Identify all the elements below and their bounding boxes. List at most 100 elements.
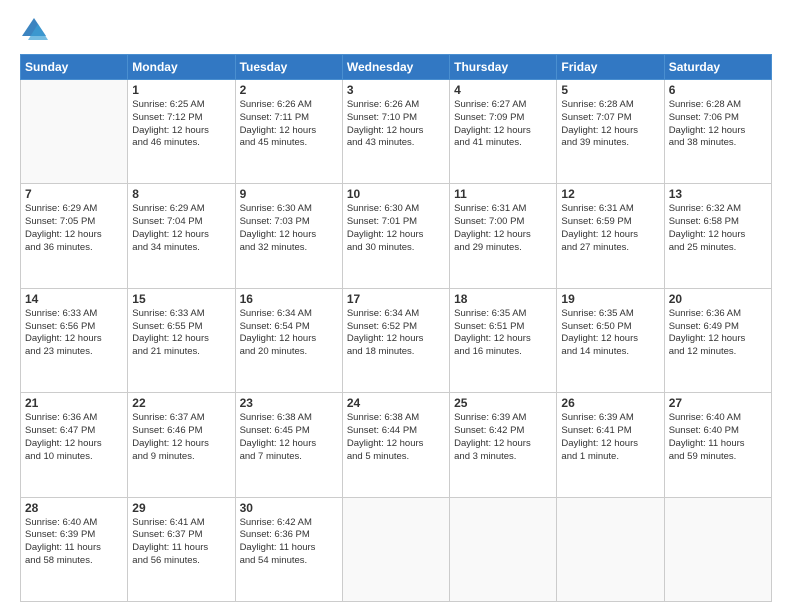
calendar-week-row: 1 Sunrise: 6:25 AM Sunset: 7:12 PM Daylig… (21, 80, 772, 184)
day-detail: Sunrise: 6:27 AM Sunset: 7:09 PM Dayligh… (454, 99, 552, 150)
calendar-cell: 17 Sunrise: 6:34 AM Sunset: 6:52 PM Dayli… (342, 288, 449, 392)
day-number: 19 (561, 292, 659, 306)
calendar-cell: 16 Sunrise: 6:34 AM Sunset: 6:54 PM Dayli… (235, 288, 342, 392)
calendar-header-row: SundayMondayTuesdayWednesdayThursdayFrid… (21, 55, 772, 80)
day-detail: Sunrise: 6:35 AM Sunset: 6:51 PM Dayligh… (454, 308, 552, 359)
day-number: 14 (25, 292, 123, 306)
day-detail: Sunrise: 6:34 AM Sunset: 6:54 PM Dayligh… (240, 308, 338, 359)
day-detail: Sunrise: 6:26 AM Sunset: 7:10 PM Dayligh… (347, 99, 445, 150)
day-number: 27 (669, 396, 767, 410)
calendar-weekday-saturday: Saturday (664, 55, 771, 80)
calendar-cell: 8 Sunrise: 6:29 AM Sunset: 7:04 PM Daylig… (128, 184, 235, 288)
calendar-weekday-wednesday: Wednesday (342, 55, 449, 80)
calendar-cell: 29Sunrise: 6:41 AM Sunset: 6:37 PM Dayli… (128, 497, 235, 601)
day-number: 30 (240, 501, 338, 515)
calendar-cell (664, 497, 771, 601)
day-number: 9 (240, 187, 338, 201)
calendar-weekday-thursday: Thursday (450, 55, 557, 80)
day-number: 28 (25, 501, 123, 515)
calendar-cell: 9Sunrise: 6:30 AM Sunset: 7:03 PM Daylig… (235, 184, 342, 288)
day-number: 7 (25, 187, 123, 201)
calendar-cell: 6 Sunrise: 6:28 AM Sunset: 7:06 PM Daylig… (664, 80, 771, 184)
calendar-cell: 25 Sunrise: 6:39 AM Sunset: 6:42 PM Dayli… (450, 393, 557, 497)
day-number: 22 (132, 396, 230, 410)
day-number: 26 (561, 396, 659, 410)
day-number: 12 (561, 187, 659, 201)
day-detail: Sunrise: 6:40 AM Sunset: 6:39 PM Dayligh… (25, 517, 123, 568)
day-number: 18 (454, 292, 552, 306)
day-detail: Sunrise: 6:28 AM Sunset: 7:06 PM Dayligh… (669, 99, 767, 150)
day-detail: Sunrise: 6:33 AM Sunset: 6:56 PM Dayligh… (25, 308, 123, 359)
page: SundayMondayTuesdayWednesdayThursdayFrid… (0, 0, 792, 612)
day-number: 24 (347, 396, 445, 410)
calendar-cell: 15 Sunrise: 6:33 AM Sunset: 6:55 PM Dayli… (128, 288, 235, 392)
day-number: 4 (454, 83, 552, 97)
day-number: 10 (347, 187, 445, 201)
day-detail: Sunrise: 6:30 AM Sunset: 7:01 PM Dayligh… (347, 203, 445, 254)
calendar-cell: 11Sunrise: 6:31 AM Sunset: 7:00 PM Dayli… (450, 184, 557, 288)
day-number: 16 (240, 292, 338, 306)
calendar-cell: 30 Sunrise: 6:42 AM Sunset: 6:36 PM Dayli… (235, 497, 342, 601)
calendar-cell (557, 497, 664, 601)
day-detail: Sunrise: 6:39 AM Sunset: 6:41 PM Dayligh… (561, 412, 659, 463)
calendar-cell: 18 Sunrise: 6:35 AM Sunset: 6:51 PM Dayli… (450, 288, 557, 392)
calendar-week-row: 28 Sunrise: 6:40 AM Sunset: 6:39 PM Dayli… (21, 497, 772, 601)
logo (20, 16, 52, 44)
calendar-cell: 5 Sunrise: 6:28 AM Sunset: 7:07 PM Daylig… (557, 80, 664, 184)
calendar-week-row: 7Sunrise: 6:29 AM Sunset: 7:05 PM Daylig… (21, 184, 772, 288)
calendar-cell: 13Sunrise: 6:32 AM Sunset: 6:58 PM Dayli… (664, 184, 771, 288)
day-number: 25 (454, 396, 552, 410)
day-detail: Sunrise: 6:38 AM Sunset: 6:45 PM Dayligh… (240, 412, 338, 463)
day-number: 5 (561, 83, 659, 97)
calendar-cell: 14 Sunrise: 6:33 AM Sunset: 6:56 PM Dayli… (21, 288, 128, 392)
calendar-cell: 19 Sunrise: 6:35 AM Sunset: 6:50 PM Dayli… (557, 288, 664, 392)
day-detail: Sunrise: 6:38 AM Sunset: 6:44 PM Dayligh… (347, 412, 445, 463)
calendar-cell: 20Sunrise: 6:36 AM Sunset: 6:49 PM Dayli… (664, 288, 771, 392)
day-number: 1 (132, 83, 230, 97)
calendar-cell (21, 80, 128, 184)
calendar-week-row: 21 Sunrise: 6:36 AM Sunset: 6:47 PM Dayli… (21, 393, 772, 497)
calendar-cell (450, 497, 557, 601)
calendar-cell: 27 Sunrise: 6:40 AM Sunset: 6:40 PM Dayli… (664, 393, 771, 497)
day-detail: Sunrise: 6:25 AM Sunset: 7:12 PM Dayligh… (132, 99, 230, 150)
calendar-weekday-monday: Monday (128, 55, 235, 80)
day-detail: Sunrise: 6:39 AM Sunset: 6:42 PM Dayligh… (454, 412, 552, 463)
calendar-weekday-friday: Friday (557, 55, 664, 80)
calendar-cell: 2 Sunrise: 6:26 AM Sunset: 7:11 PM Daylig… (235, 80, 342, 184)
logo-icon (20, 16, 48, 44)
calendar-cell: 10 Sunrise: 6:30 AM Sunset: 7:01 PM Dayli… (342, 184, 449, 288)
day-number: 8 (132, 187, 230, 201)
day-detail: Sunrise: 6:33 AM Sunset: 6:55 PM Dayligh… (132, 308, 230, 359)
calendar-cell: 23Sunrise: 6:38 AM Sunset: 6:45 PM Dayli… (235, 393, 342, 497)
calendar-cell: 21 Sunrise: 6:36 AM Sunset: 6:47 PM Dayli… (21, 393, 128, 497)
day-number: 6 (669, 83, 767, 97)
day-detail: Sunrise: 6:31 AM Sunset: 7:00 PM Dayligh… (454, 203, 552, 254)
day-detail: Sunrise: 6:31 AM Sunset: 6:59 PM Dayligh… (561, 203, 659, 254)
day-number: 20 (669, 292, 767, 306)
day-number: 15 (132, 292, 230, 306)
calendar-table: SundayMondayTuesdayWednesdayThursdayFrid… (20, 54, 772, 602)
calendar-cell: 3 Sunrise: 6:26 AM Sunset: 7:10 PM Daylig… (342, 80, 449, 184)
day-detail: Sunrise: 6:42 AM Sunset: 6:36 PM Dayligh… (240, 517, 338, 568)
day-number: 21 (25, 396, 123, 410)
day-number: 3 (347, 83, 445, 97)
calendar-week-row: 14 Sunrise: 6:33 AM Sunset: 6:56 PM Dayli… (21, 288, 772, 392)
day-detail: Sunrise: 6:35 AM Sunset: 6:50 PM Dayligh… (561, 308, 659, 359)
day-detail: Sunrise: 6:26 AM Sunset: 7:11 PM Dayligh… (240, 99, 338, 150)
day-detail: Sunrise: 6:34 AM Sunset: 6:52 PM Dayligh… (347, 308, 445, 359)
day-detail: Sunrise: 6:41 AM Sunset: 6:37 PM Dayligh… (132, 517, 230, 568)
day-detail: Sunrise: 6:40 AM Sunset: 6:40 PM Dayligh… (669, 412, 767, 463)
day-detail: Sunrise: 6:29 AM Sunset: 7:04 PM Dayligh… (132, 203, 230, 254)
calendar-cell: 28 Sunrise: 6:40 AM Sunset: 6:39 PM Dayli… (21, 497, 128, 601)
header (20, 16, 772, 44)
calendar-weekday-sunday: Sunday (21, 55, 128, 80)
day-number: 17 (347, 292, 445, 306)
day-detail: Sunrise: 6:37 AM Sunset: 6:46 PM Dayligh… (132, 412, 230, 463)
calendar-cell: 7Sunrise: 6:29 AM Sunset: 7:05 PM Daylig… (21, 184, 128, 288)
day-detail: Sunrise: 6:36 AM Sunset: 6:47 PM Dayligh… (25, 412, 123, 463)
day-number: 2 (240, 83, 338, 97)
day-detail: Sunrise: 6:28 AM Sunset: 7:07 PM Dayligh… (561, 99, 659, 150)
calendar-cell: 1 Sunrise: 6:25 AM Sunset: 7:12 PM Daylig… (128, 80, 235, 184)
calendar-cell: 26 Sunrise: 6:39 AM Sunset: 6:41 PM Dayli… (557, 393, 664, 497)
calendar-cell: 4 Sunrise: 6:27 AM Sunset: 7:09 PM Daylig… (450, 80, 557, 184)
